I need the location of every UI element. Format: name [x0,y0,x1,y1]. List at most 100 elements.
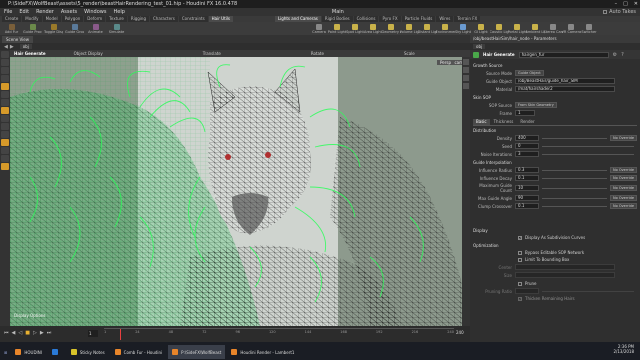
stop-icon[interactable]: ■ [25,330,30,336]
hair-tool-3[interactable]: Guide Groom [65,23,84,35]
display-option-icon[interactable] [463,59,469,65]
view-tool-icon[interactable] [1,99,9,106]
close-button[interactable]: ✕ [634,0,638,8]
help-icon[interactable]: ? [621,52,624,58]
menu-file[interactable]: File [4,8,12,16]
influence-decay-slider[interactable] [542,177,607,179]
bypass-checkbox[interactable] [518,250,522,255]
noise-iterations-field[interactable]: 3 [515,151,539,157]
next-key-icon[interactable]: ▶ [40,330,44,336]
current-frame-field[interactable]: 1 [88,330,98,337]
pruning-ratio-field[interactable] [515,288,539,294]
noise-slider[interactable] [542,153,634,155]
max-guide-angle-override[interactable]: No Override [609,195,637,201]
scale-tool-icon[interactable] [1,75,9,82]
display-subdiv-checkbox[interactable]: ✓ [518,235,522,240]
timeline-ruler[interactable]: 1 24 48 72 96 120 144 168 192 216 240 [104,328,454,340]
measure-tool-icon[interactable] [1,123,9,130]
frame-field[interactable]: 1 [515,110,535,116]
taskbar-item[interactable] [48,345,65,359]
material-field[interactable]: /mat/hairshader2 [515,86,615,92]
sop-source-select[interactable]: From Skin Geometry [515,102,557,108]
minimize-button[interactable]: – [615,0,618,8]
seed-field[interactable]: 0 [515,143,539,149]
light-tool-4[interactable]: Geometry Light [382,23,401,35]
limit-bbox-checkbox[interactable] [518,257,522,262]
translate-label[interactable]: Translate [203,51,221,56]
menu-assets[interactable]: Assets [61,8,77,16]
taskbar-item[interactable]: P:\SideFX\WolfBeast [168,345,226,359]
light-tool-11[interactable]: Portal Light [508,23,527,35]
thicken-checkbox[interactable]: ✓ [518,296,522,301]
auto-takes-toggle[interactable]: Auto Takes [603,8,636,16]
hair-tool-4[interactable]: Animate [86,23,105,35]
param-path-obj[interactable]: obj [473,44,486,49]
menu-help[interactable]: Help [113,8,124,16]
wireframe-icon[interactable] [463,75,469,81]
clump-crossover-override[interactable]: No Override [609,203,637,209]
light-tool-2[interactable]: Spot Light [346,23,364,35]
light-tool-8[interactable]: Sky Light [454,23,472,35]
select-tool-icon[interactable] [1,51,9,58]
light-tool-12[interactable]: Ambient Light [526,23,545,35]
snap-tool-icon[interactable] [1,107,9,114]
pruning-ratio-slider[interactable] [542,290,634,292]
clock[interactable]: 2:36 PM 2/13/2018 [613,344,634,354]
hair-tool-0[interactable]: Add Fur [2,23,21,35]
back-icon[interactable]: ◀ [4,44,8,50]
gear-icon[interactable]: ⚙ [613,52,617,58]
first-frame-icon[interactable]: ⏮ [4,330,9,336]
start-button[interactable]: ⊞ [0,345,11,359]
seed-slider[interactable] [542,145,634,147]
tab-thickness[interactable]: Thickness [490,119,517,125]
taskbar-item[interactable]: Houdini Render - Lambert1 [227,345,298,359]
render-tool-icon[interactable] [1,147,9,154]
maximize-button[interactable]: □ [623,0,628,8]
move-tool-icon[interactable] [1,59,9,66]
menu-edit[interactable]: Edit [19,8,29,16]
source-mode-select[interactable]: Guide Object [515,70,544,76]
reverse-play-icon[interactable]: ◁ [18,330,22,336]
handle-tool-icon[interactable] [1,83,9,90]
play-icon[interactable]: ▷ [33,330,37,336]
tab-scene-view[interactable]: Scene View [2,35,33,43]
density-slider[interactable] [542,137,607,139]
light-tool-9[interactable]: GI Light [472,23,490,35]
influence-radius-field[interactable]: 0.3 [515,167,539,173]
light-tool-14[interactable]: VR Camera [562,23,581,35]
desktop-selector[interactable]: Main [332,8,344,16]
ghost-icon[interactable] [463,83,469,89]
clump-crossover-field[interactable]: 0.1 [515,203,539,209]
prev-key-icon[interactable]: ◀ [12,330,16,336]
sculpt-tool-icon[interactable] [1,131,9,138]
size-field[interactable] [515,272,615,278]
influence-radius-override[interactable]: No Override [609,167,637,173]
influence-decay-override[interactable]: No Override [609,175,637,181]
param-tab[interactable]: /obj/beastHairSim/hair_node - Parameters [470,35,640,43]
light-tool-13[interactable]: Stereo Camera [544,23,563,35]
playhead[interactable] [120,329,121,340]
tab-render[interactable]: Render [517,119,538,125]
menu-windows[interactable]: Windows [84,8,106,16]
center-field[interactable] [515,264,615,270]
hair-tool-2[interactable]: Toggle Display [44,23,63,35]
last-frame-icon[interactable]: ⏭ [47,330,52,336]
light-tool-icon[interactable] [1,155,9,162]
light-tool-0[interactable]: Camera [310,23,328,35]
max-guide-count-field[interactable]: 10 [515,185,539,191]
light-tool-5[interactable]: Volume Light [400,23,419,35]
scene-viewport[interactable]: Display Options Persp cam [10,57,470,326]
scale-label[interactable]: Scale [404,51,415,56]
light-tool-7[interactable]: Environment Light [436,23,455,35]
guide-object-field[interactable]: /obj/BeastHair/guide_hair_SIM [515,78,615,84]
tab-basic[interactable]: Basic [473,119,490,125]
taskbar-item[interactable]: Comb Fur - Houdini [111,345,166,359]
taskbar-item[interactable]: HOUDINI [11,345,46,359]
light-tool-6[interactable]: Distant Light [418,23,437,35]
comb-tool-icon[interactable] [1,139,9,146]
density-override-select[interactable]: No Override [609,135,637,141]
node-name-field[interactable]: hairgen_fur [518,51,609,58]
prune-checkbox[interactable] [518,281,522,286]
brush-tool-icon[interactable] [1,115,9,122]
light-tool-10[interactable]: Caustic Light [490,23,509,35]
